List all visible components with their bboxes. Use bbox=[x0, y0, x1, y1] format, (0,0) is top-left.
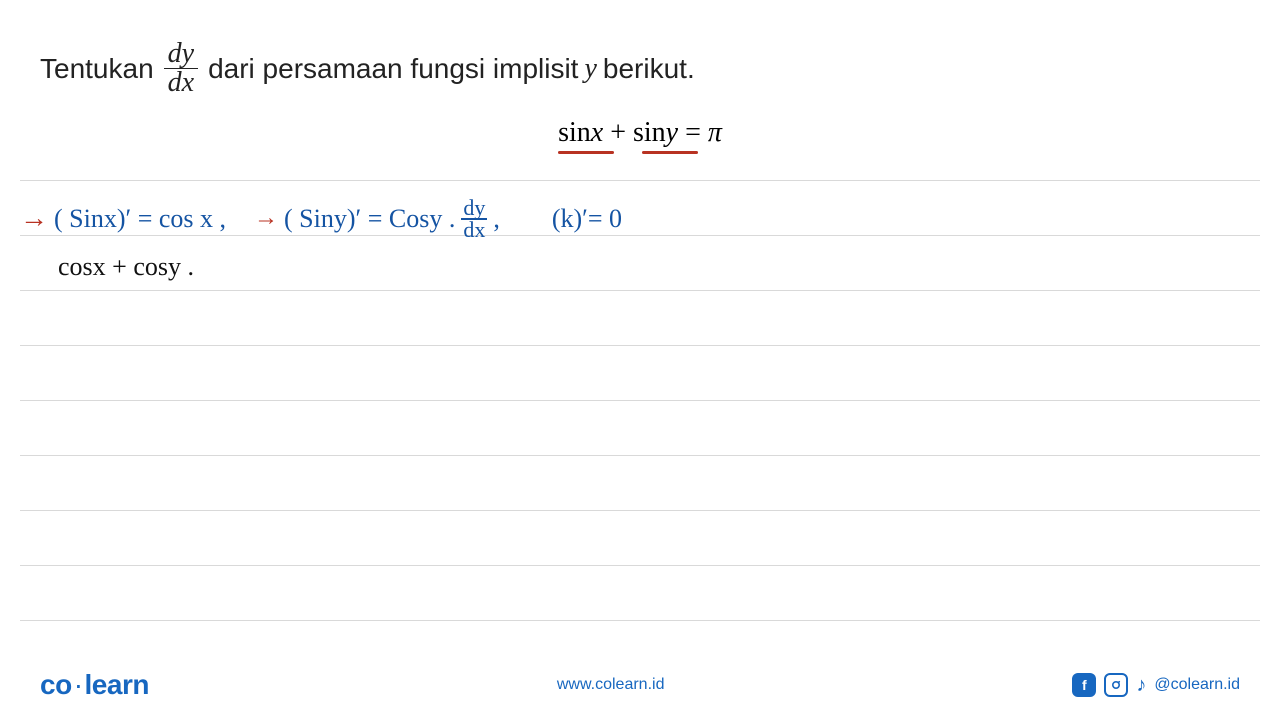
hw-comma: , bbox=[493, 204, 500, 234]
social-handle: @colearn.id bbox=[1154, 676, 1240, 694]
rule-line bbox=[20, 455, 1260, 456]
instagram-icon bbox=[1104, 673, 1128, 697]
eq-sin2: sin bbox=[633, 117, 666, 148]
handwriting-line-2: cosx + cosy . bbox=[58, 252, 194, 282]
eq-y: y bbox=[666, 117, 678, 148]
hw-derivative-sinx: ( Sinx)′ = cos x , bbox=[54, 204, 226, 234]
hw-derivative-siny: ( Siny)′ = Cosy . bbox=[284, 204, 455, 234]
question-text: Tentukan dy dx dari persamaan fungsi imp… bbox=[40, 40, 1240, 97]
hw-frac-den: dx bbox=[461, 220, 487, 240]
hw-result: cosx + cosy . bbox=[58, 252, 194, 281]
q-suffix2: berikut. bbox=[603, 53, 695, 85]
equation-inner: sinx + siny = π bbox=[558, 117, 722, 149]
rule-line bbox=[20, 345, 1260, 346]
rule-line bbox=[20, 510, 1260, 511]
frac-den: dx bbox=[164, 69, 198, 97]
rule-line bbox=[20, 620, 1260, 621]
arrow-icon: → bbox=[20, 203, 48, 235]
handwriting-line-1: → ( Sinx)′ = cos x , → ( Siny)′ = Cosy .… bbox=[20, 198, 622, 240]
footer-url: www.colearn.id bbox=[557, 676, 665, 694]
facebook-icon: f bbox=[1072, 673, 1096, 697]
red-underline-sinx bbox=[558, 151, 614, 154]
equation: sinx + siny = π bbox=[40, 117, 1240, 149]
arrow-icon: → bbox=[254, 205, 278, 232]
rule-line bbox=[20, 565, 1260, 566]
logo: co·learn bbox=[40, 669, 149, 701]
rule-line bbox=[20, 290, 1260, 291]
logo-dot: · bbox=[74, 669, 83, 700]
logo-co: co bbox=[40, 669, 72, 700]
fraction-dy-dx: dy dx bbox=[164, 40, 198, 97]
logo-learn: learn bbox=[85, 669, 149, 700]
q-var: y bbox=[584, 53, 596, 85]
lined-paper: → ( Sinx)′ = cos x , → ( Siny)′ = Cosy .… bbox=[20, 180, 1260, 630]
q-prefix: Tentukan bbox=[40, 53, 154, 85]
eq-sin1: sin bbox=[558, 117, 591, 148]
social-links: f ♪ @colearn.id bbox=[1072, 673, 1240, 697]
eq-eq: = bbox=[678, 117, 708, 148]
rule-line bbox=[20, 400, 1260, 401]
q-suffix1: dari persamaan fungsi implisit bbox=[208, 53, 578, 85]
hw-constant-deriv: (k)′= 0 bbox=[552, 204, 622, 234]
rule-line bbox=[20, 180, 1260, 181]
tiktok-icon: ♪ bbox=[1136, 674, 1146, 697]
eq-plus: + bbox=[603, 117, 633, 148]
frac-num: dy bbox=[164, 40, 198, 69]
eq-x: x bbox=[591, 117, 603, 148]
question-area: Tentukan dy dx dari persamaan fungsi imp… bbox=[0, 0, 1280, 159]
hw-frac-dydx: dy dx bbox=[461, 198, 487, 240]
red-underline-siny bbox=[642, 151, 698, 154]
eq-pi: π bbox=[708, 117, 722, 148]
footer: co·learn www.colearn.id f ♪ @colearn.id bbox=[0, 650, 1280, 720]
